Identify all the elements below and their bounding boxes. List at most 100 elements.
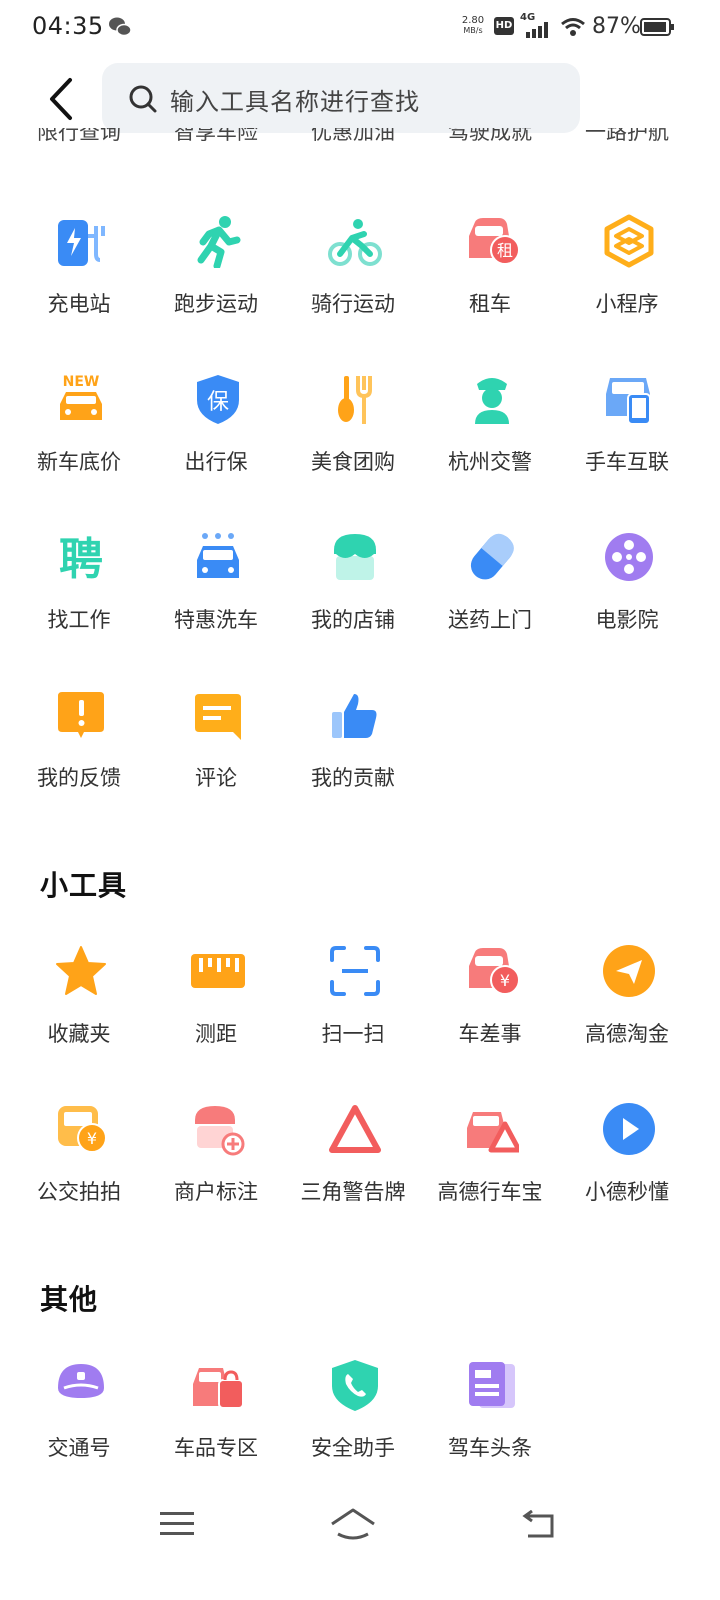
tool-label: 出行保 bbox=[184, 450, 248, 474]
tool-item-cinema[interactable]: 电影院 bbox=[558, 530, 696, 640]
news-icon bbox=[469, 1362, 515, 1408]
tool-item-traffic-police[interactable]: 杭州交警 bbox=[421, 372, 559, 482]
tool-label: 送药上门 bbox=[448, 608, 532, 632]
paper-plane-icon bbox=[603, 945, 655, 997]
traffic-police-icon bbox=[475, 378, 509, 424]
tool-item-favorites[interactable]: 收藏夹 bbox=[10, 944, 148, 1054]
tool-item-merchant-mark[interactable]: 商户标注 bbox=[147, 1102, 285, 1212]
tool-item-food[interactable]: 美食团购 bbox=[284, 372, 422, 482]
tool-label: 安全助手 bbox=[311, 1436, 395, 1460]
tool-label: 小德秒懂 bbox=[585, 1180, 669, 1204]
tool-label: 高德淘金 bbox=[585, 1022, 669, 1046]
play-icon bbox=[603, 1103, 655, 1155]
tool-label: 收藏夹 bbox=[47, 1022, 111, 1046]
tool-item-comment[interactable]: 评论 bbox=[147, 688, 285, 798]
tool-label: 新车底价 bbox=[37, 450, 121, 474]
tool-label: 测距 bbox=[195, 1022, 237, 1046]
section-title-others: 其他 bbox=[40, 1283, 99, 1316]
tool-item-traffic-account[interactable]: 交通号 bbox=[10, 1358, 148, 1468]
svg-text:租: 租 bbox=[497, 241, 513, 260]
tool-item-feedback[interactable]: 我的反馈 bbox=[10, 688, 148, 798]
home-nav-button[interactable] bbox=[330, 1506, 376, 1544]
tool-label: 驾驶成就 bbox=[448, 128, 532, 144]
svg-text:聘: 聘 bbox=[59, 534, 103, 584]
tool-item-travel-insurance[interactable]: 保 出行保 bbox=[147, 372, 285, 482]
tool-item-gold[interactable]: 高德淘金 bbox=[558, 944, 696, 1054]
tool-label: 交通号 bbox=[47, 1436, 111, 1460]
tool-label: 优惠加油 bbox=[311, 128, 395, 144]
tool-item-phone-car[interactable]: 手车互联 bbox=[558, 372, 696, 482]
tool-item-safety[interactable]: 安全助手 bbox=[284, 1358, 422, 1468]
tool-item-shop[interactable]: 我的店铺 bbox=[284, 530, 422, 640]
tool-item-car-errand[interactable]: ¥ 车差事 bbox=[421, 944, 559, 1054]
tool-item-job[interactable]: 聘 找工作 bbox=[10, 530, 148, 640]
svg-text:保: 保 bbox=[207, 390, 229, 415]
phone-car-link-icon bbox=[606, 378, 651, 425]
tool-label: 租车 bbox=[469, 292, 511, 316]
tool-label: 我的店铺 bbox=[311, 608, 395, 632]
tool-item-partial[interactable]: 智享车险 bbox=[147, 128, 285, 160]
battery-icon bbox=[640, 18, 674, 36]
tool-label: 评论 bbox=[195, 766, 237, 790]
tool-item-distance[interactable]: 测距 bbox=[147, 944, 285, 1054]
tool-item-cycling[interactable]: 骑行运动 bbox=[284, 214, 422, 324]
thumbs-up-icon bbox=[332, 694, 377, 738]
tool-item-partial[interactable]: 驾驶成就 bbox=[421, 128, 559, 160]
tool-item-contribution[interactable]: 我的贡献 bbox=[284, 688, 422, 798]
tool-item-drive-news[interactable]: 驾车头条 bbox=[421, 1358, 559, 1468]
svg-text:¥: ¥ bbox=[87, 1129, 97, 1148]
tool-label: 智享车险 bbox=[174, 128, 258, 144]
tool-label: 小程序 bbox=[595, 292, 659, 316]
network-speed: 2.80 MB/s bbox=[458, 16, 488, 36]
tool-item-quick-learn[interactable]: 小德秒懂 bbox=[558, 1102, 696, 1212]
tool-label: 扫一扫 bbox=[321, 1022, 385, 1046]
status-time: 04:35 bbox=[32, 12, 104, 40]
back-button[interactable] bbox=[40, 74, 84, 124]
tool-item-car-wash[interactable]: 特惠洗车 bbox=[147, 530, 285, 640]
back-nav-button[interactable] bbox=[520, 1510, 556, 1540]
tool-label: 骑行运动 bbox=[311, 292, 395, 316]
warning-triangle-icon bbox=[329, 1105, 381, 1153]
tool-item-car-goods[interactable]: 车品专区 bbox=[147, 1358, 285, 1468]
tool-label: 我的反馈 bbox=[37, 766, 121, 790]
tool-item-medicine[interactable]: 送药上门 bbox=[421, 530, 559, 640]
menu-nav-button[interactable] bbox=[160, 1510, 194, 1538]
wifi-icon bbox=[561, 18, 585, 36]
tool-item-partial[interactable]: 优惠加油 bbox=[284, 128, 422, 160]
ruler-icon bbox=[191, 954, 245, 988]
tool-label: 我的贡献 bbox=[311, 766, 395, 790]
tool-label: 充电站 bbox=[47, 292, 111, 316]
cycling-icon bbox=[328, 219, 382, 266]
tool-label: 特惠洗车 bbox=[174, 608, 258, 632]
speed-value: 2.80 bbox=[461, 15, 485, 26]
car-wash-icon bbox=[197, 533, 239, 578]
tool-label: 三角警告牌 bbox=[300, 1180, 406, 1204]
tool-item-mini-program[interactable]: 小程序 bbox=[558, 214, 696, 324]
tool-label: 一路护航 bbox=[585, 128, 669, 144]
svg-text:¥: ¥ bbox=[500, 971, 510, 990]
tool-item-warning-triangle[interactable]: 三角警告牌 bbox=[284, 1102, 422, 1212]
tool-label: 驾车头条 bbox=[448, 1436, 532, 1460]
tool-item-partial[interactable]: 限行查询 bbox=[10, 128, 148, 160]
tool-label: 跑步运动 bbox=[174, 292, 258, 316]
comment-icon bbox=[195, 694, 241, 740]
feedback-icon bbox=[58, 692, 104, 738]
tool-item-bus-photo[interactable]: ¥ 公交拍拍 bbox=[10, 1102, 148, 1212]
wechat-icon bbox=[109, 17, 132, 37]
running-icon bbox=[197, 216, 241, 268]
tool-item-running[interactable]: 跑步运动 bbox=[147, 214, 285, 324]
tool-item-drive-guard[interactable]: 高德行车宝 bbox=[421, 1102, 559, 1212]
tool-label: 高德行车宝 bbox=[437, 1180, 543, 1204]
tool-item-charging[interactable]: 充电站 bbox=[10, 214, 148, 324]
speed-unit: MB/s bbox=[463, 26, 483, 35]
tool-item-scan[interactable]: 扫一扫 bbox=[284, 944, 422, 1054]
car-rental-icon: 租 bbox=[469, 218, 519, 265]
tool-item-car-rental[interactable]: 租 租车 bbox=[421, 214, 559, 324]
search-placeholder: 输入工具名称进行查找 bbox=[170, 88, 420, 116]
tool-item-partial[interactable]: 一路护航 bbox=[558, 128, 696, 160]
tool-label: 限行查询 bbox=[37, 128, 121, 144]
tool-item-new-car[interactable]: NEW 新车底价 bbox=[10, 372, 148, 482]
safety-shield-icon bbox=[332, 1360, 378, 1411]
cinema-icon bbox=[605, 533, 653, 581]
hd-icon: HD bbox=[494, 17, 514, 35]
